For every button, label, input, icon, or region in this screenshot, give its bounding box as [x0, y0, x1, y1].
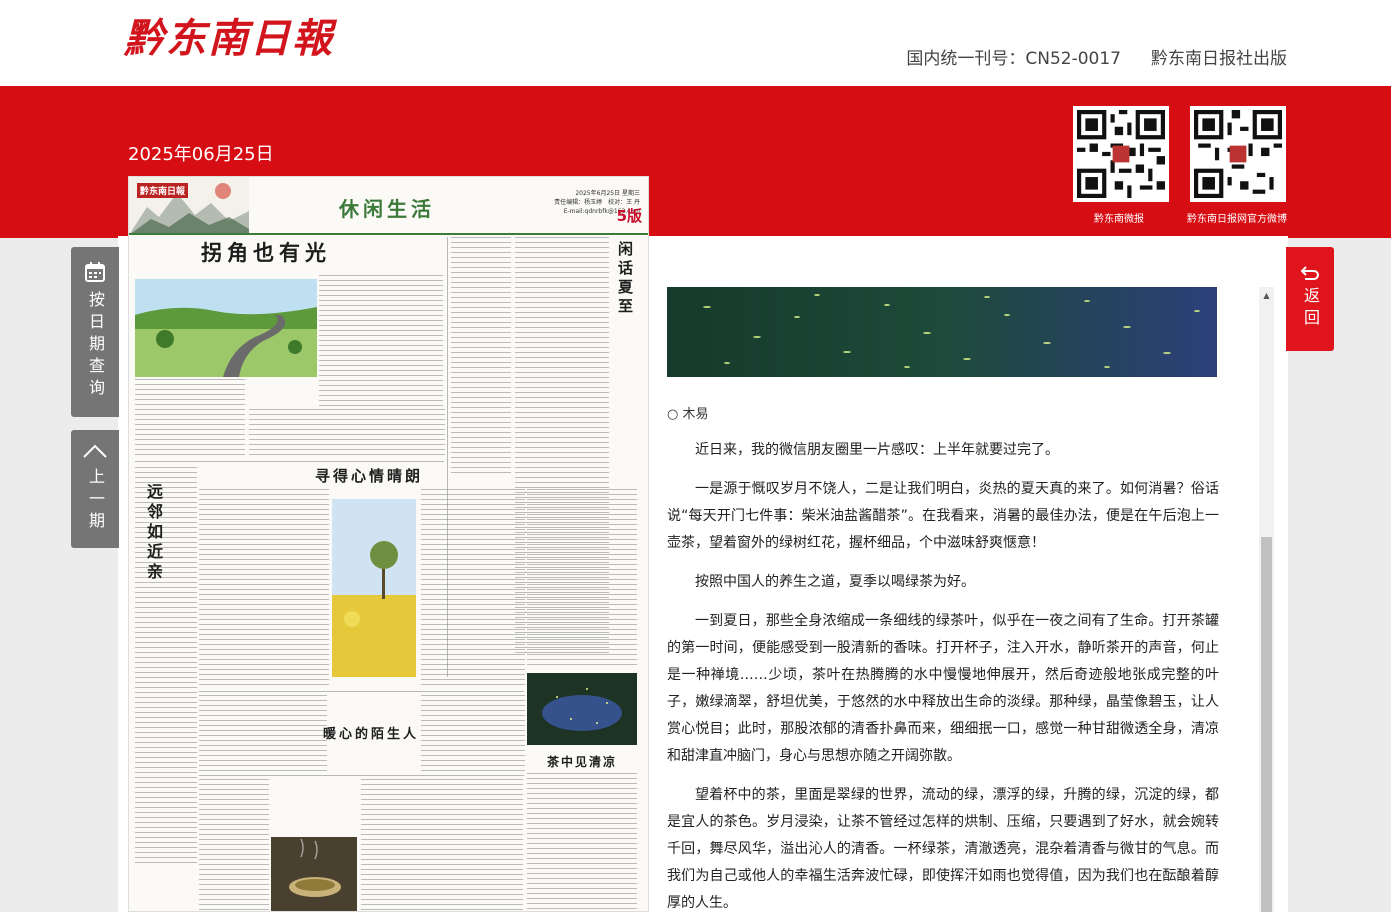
weibo-qr-code: [1190, 106, 1286, 202]
road-landscape-photo: [135, 279, 317, 377]
scrollbar-thumb[interactable]: [1261, 537, 1272, 912]
issn-text: 国内统一刊号：CN52-0017: [906, 49, 1121, 69]
article-paragraph: 按照中国人的养生之道，夏季以喝绿茶为好。: [695, 574, 975, 590]
page-masthead: 黔东南日報 休闲生活 2025年6月25日 星期三 责任编辑：杨玉婷 校对：王 …: [129, 177, 648, 235]
qr-code-icon: [1194, 110, 1282, 198]
headline-tea[interactable]: 茶中见清凉: [547, 753, 617, 770]
wechat-qr-label: 黔东南微报: [1094, 214, 1144, 225]
article-paragraph: 望着杯中的茶，里面是翠绿的世界，流动的绿，漂浮的绿，升腾的绿，沉淀的绿，都是宜人…: [667, 787, 1219, 911]
page-section-title: 休闲生活: [339, 197, 435, 221]
article-text-block: [199, 489, 329, 689]
date-query-label: 按日期查询: [86, 291, 105, 401]
article-paragraph: 近日来，我的微信朋友圈里一片感叹：上半年就要过完了。: [695, 442, 1059, 458]
calendar-icon: [85, 262, 105, 282]
publisher-text: 黔东南日报社出版: [1151, 49, 1287, 69]
back-button[interactable]: 返回: [1286, 247, 1334, 351]
section-rule: [199, 691, 524, 692]
article-panel: ○ 木易 近日来，我的微信朋友圈里一片感叹：上半年就要过完了。 一是源于慨叹岁月…: [660, 287, 1260, 912]
app-root: 黔东南日報 国内统一刊号：CN52-0017 黔东南日报社出版 2025年06月…: [0, 0, 1391, 912]
chevron-up-icon: [83, 444, 107, 458]
article-text-block: [451, 237, 511, 477]
firefly-article-image: [667, 287, 1217, 377]
article-text-block: [361, 779, 523, 911]
article-text-block: [527, 489, 637, 669]
headline-warm-stranger[interactable]: 暖心的陌生人: [323, 723, 419, 742]
qr-code-icon: [1077, 110, 1165, 198]
scroll-up-arrow-icon[interactable]: ▲: [1259, 287, 1274, 304]
paper-masthead-mark: 黔东南日報: [137, 183, 189, 198]
article-paragraph: 一到夏日，那些全身浓缩成一条细线的绿茶叶，似乎在一夜之间有了生命。打开茶罐的第一…: [667, 613, 1219, 764]
headline-main[interactable]: 拐角也有光: [201, 237, 331, 267]
date-query-button[interactable]: 按日期查询: [71, 247, 119, 417]
headline-neighbors[interactable]: 远邻如近亲: [141, 483, 165, 583]
article-body: 近日来，我的微信朋友圈里一片感叹：上半年就要过完了。 一是源于慨叹岁月不饶人，二…: [667, 437, 1219, 912]
article-author: ○ 木易: [667, 407, 709, 422]
return-arrow-icon: [1300, 266, 1319, 280]
site-header: 黔东南日報 国内统一刊号：CN52-0017 黔东南日报社出版: [0, 0, 1391, 86]
page-number: 5版: [616, 207, 642, 225]
headline-sunny-mood[interactable]: 寻得心情晴朗: [315, 465, 423, 486]
previous-issue-label: 上一期: [86, 468, 105, 534]
page-date-line: 2025年6月25日 星期三: [575, 190, 640, 197]
previous-issue-button[interactable]: 上一期: [71, 430, 119, 548]
article-text-block: [249, 409, 445, 457]
article-paragraph: 一是源于慨叹岁月不饶人，二是让我们明白，炎热的夏天真的来了。如何消暑？俗话说“每…: [667, 481, 1219, 551]
article-text-block: [421, 695, 525, 771]
article-text-block: [135, 379, 245, 459]
article-text-block: [421, 489, 525, 689]
article-text-block: [199, 695, 327, 771]
headline-summer-solstice[interactable]: 闲话夏至: [615, 241, 636, 317]
section-rule: [135, 461, 444, 462]
flower-field-photo: [332, 499, 416, 677]
article-scrollbar[interactable]: ▲: [1259, 287, 1274, 912]
back-label: 返回: [1301, 287, 1320, 331]
article-text-block: [199, 779, 269, 911]
article-text-block: [319, 275, 443, 407]
tea-cup-photo: [271, 837, 357, 911]
firefly-forest-photo: [527, 673, 637, 745]
section-rule: [199, 775, 524, 776]
article-text-block: [527, 773, 637, 911]
site-logo[interactable]: 黔东南日報: [124, 6, 334, 64]
weibo-qr-label: 黔东南日报网官方微博: [1187, 214, 1287, 225]
publication-info: 国内统一刊号：CN52-0017 黔东南日报社出版: [906, 44, 1287, 69]
page-header-rule: [129, 233, 648, 235]
newspaper-page[interactable]: 黔东南日報 休闲生活 2025年6月25日 星期三 责任编辑：杨玉婷 校对：王 …: [128, 176, 649, 912]
wechat-qr-code: [1073, 106, 1169, 202]
issue-date: 2025年06月25日: [128, 144, 274, 165]
